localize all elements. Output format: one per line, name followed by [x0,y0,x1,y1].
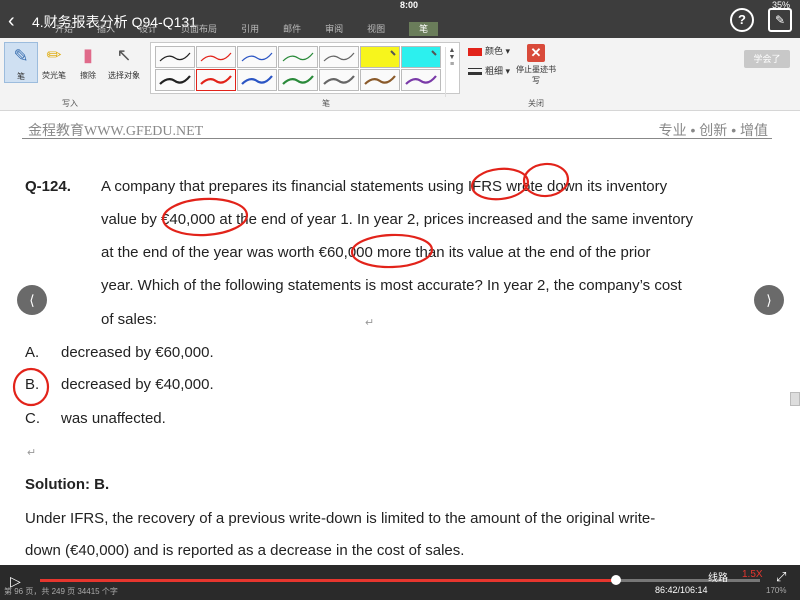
option-c-text: was unaffected. [61,410,166,427]
pen-swatch-black-thick[interactable] [155,69,195,91]
pen-weight-icon [468,68,482,76]
group-label-write: 写入 [62,99,78,108]
pen-style-gallery: ▲ ▼ ≡ [150,42,460,97]
pen-color-label: 颜色 [485,46,504,56]
tab-review[interactable]: 审阅 [325,22,343,36]
progress-knob[interactable] [611,575,621,585]
tab-references[interactable]: 引用 [241,22,259,36]
pen-swatch-green-thin[interactable] [278,46,318,68]
gallery-scroll[interactable]: ▲ ▼ ≡ [445,47,458,97]
highlighter-tool-label: 荧光笔 [42,71,66,80]
stop-inking-label: 停止墨迹书写 [516,65,556,85]
status-time: 8:00 [400,0,419,10]
tab-home[interactable]: 开始 [55,22,73,36]
tab-design[interactable]: 设计 [139,22,157,36]
top-bar: 8:00 35% ‹ 4.财务报表分析 Q94-Q131 开始 插入 设计 页面… [0,0,800,38]
eraser-tool-button[interactable]: ▮ 擦除 [72,42,104,81]
group-label-pens: 笔 [322,99,330,108]
document-header: 金程教育WWW.GFEDU.NET 专业 • 创新 • 增值 [22,112,772,139]
pen-tool-label: 笔 [17,72,25,81]
pen-color-swatch [468,47,482,56]
back-icon[interactable]: ‹ [8,10,28,32]
stop-inking-button[interactable]: ✕ 停止墨迹书写 [516,42,556,86]
ribbon-tabs: 开始 插入 设计 页面布局 引用 邮件 审阅 视图 笔 [55,22,439,36]
select-cursor-icon: ↖ [116,45,132,65]
pen-icon: ✎ [13,46,29,66]
document-slogan: 专业 • 创新 • 增值 [658,122,768,138]
pen-swatch-blue-thin[interactable] [237,46,277,68]
highlighter-icon: ✏ [46,45,62,65]
speed-button[interactable]: 1.5X [742,569,763,580]
status-bar: 8:00 35% [0,0,800,10]
tab-mailings[interactable]: 邮件 [283,22,301,36]
zoom-level: 170% [766,586,787,595]
pen-ribbon: ✎ 笔 ✏ 荧光笔 ▮ 擦除 ↖ 选择对象 写入 ▲ ▼ ≡ 颜色 ▾ 粗细 ▾ 笔 [0,38,800,111]
solution-line-1: Under IFRS, the recovery of a previous w… [25,510,656,527]
option-a-letter: A. [25,344,40,361]
document-page-info: 第 96 页，共 249 页 34415 个字 [4,587,118,596]
group-label-close: 关闭 [528,99,544,108]
edit-icon[interactable]: ✎ [768,8,792,32]
eraser-tool-label: 擦除 [80,71,96,80]
question-line-1: A company that prepares its financial st… [101,178,668,195]
highlighter-tool-button[interactable]: ✏ 荧光笔 [38,42,70,81]
fullscreen-icon[interactable]: ⤢ [776,569,786,585]
tab-pen[interactable]: 笔 [409,22,439,36]
next-page-icon[interactable]: ⟩ [754,285,784,315]
select-objects-label: 选择对象 [108,71,140,80]
pen-weight-label: 粗细 [485,66,504,76]
pen-swatch-purple[interactable] [401,69,441,91]
timecode: 86:42/106:14 [655,585,708,595]
prev-page-icon[interactable]: ⟨ [17,285,47,315]
tab-insert[interactable]: 插入 [97,22,115,36]
pen-swatch-gray-thick[interactable] [319,69,359,91]
pen-swatch-red-thick-selected[interactable] [196,69,236,91]
option-c-letter: C. [25,410,40,427]
pen-swatch-blue-thick[interactable] [237,69,277,91]
question-line-4: year. Which of the following statements … [101,277,682,294]
paragraph-mark-empty: ↵ [27,447,37,459]
question-line-3: at the end of the year was worth €60,000… [101,244,651,261]
option-a-text: decreased by €60,000. [61,344,214,361]
highlighter-swatch-yellow[interactable] [360,46,400,68]
learned-button[interactable]: 学会了 [744,50,790,68]
progress-track[interactable] [40,575,760,585]
pen-tool-button[interactable]: ✎ 笔 [4,42,38,83]
scrollbar-thumb[interactable] [790,392,800,406]
solution-line-2: down (€40,000) and is reported as a decr… [25,542,465,559]
pen-swatch-green-thick[interactable] [278,69,318,91]
stop-icon: ✕ [527,44,545,62]
pen-swatch-gray-thin[interactable] [319,46,359,68]
tab-layout[interactable]: 页面布局 [181,22,217,36]
solution-title: Solution: B. [25,476,110,493]
document-brand: 金程教育WWW.GFEDU.NET [28,124,204,139]
pen-swatch-red-thin[interactable] [196,46,236,68]
eraser-icon: ▮ [83,45,93,65]
video-player-bar: ▷ 线路 1.5X ⤢ 第 96 页，共 249 页 34415 个字 86:4… [0,565,800,600]
help-icon[interactable]: ? [730,8,754,32]
tab-view[interactable]: 视图 [367,22,385,36]
option-b-letter: B. [25,376,40,393]
pen-swatch-black-thin[interactable] [155,46,195,68]
line-select-button[interactable]: 线路 [708,569,728,584]
pen-color-dropdown[interactable]: 颜色 ▾ [468,44,510,57]
question-number: Q-124. [25,178,71,195]
highlighter-swatch-cyan[interactable] [401,46,441,68]
question-line-2: value by €40,000 at the end of year 1. I… [101,211,694,228]
question-line-5: of sales: [101,311,157,328]
progress-fill [40,579,616,582]
paragraph-mark: ↵ [365,317,375,329]
option-b-text: decreased by €40,000. [61,376,214,393]
select-objects-button[interactable]: ↖ 选择对象 [104,42,144,81]
pen-weight-dropdown[interactable]: 粗细 ▾ [468,64,510,77]
pen-swatch-brown[interactable] [360,69,400,91]
